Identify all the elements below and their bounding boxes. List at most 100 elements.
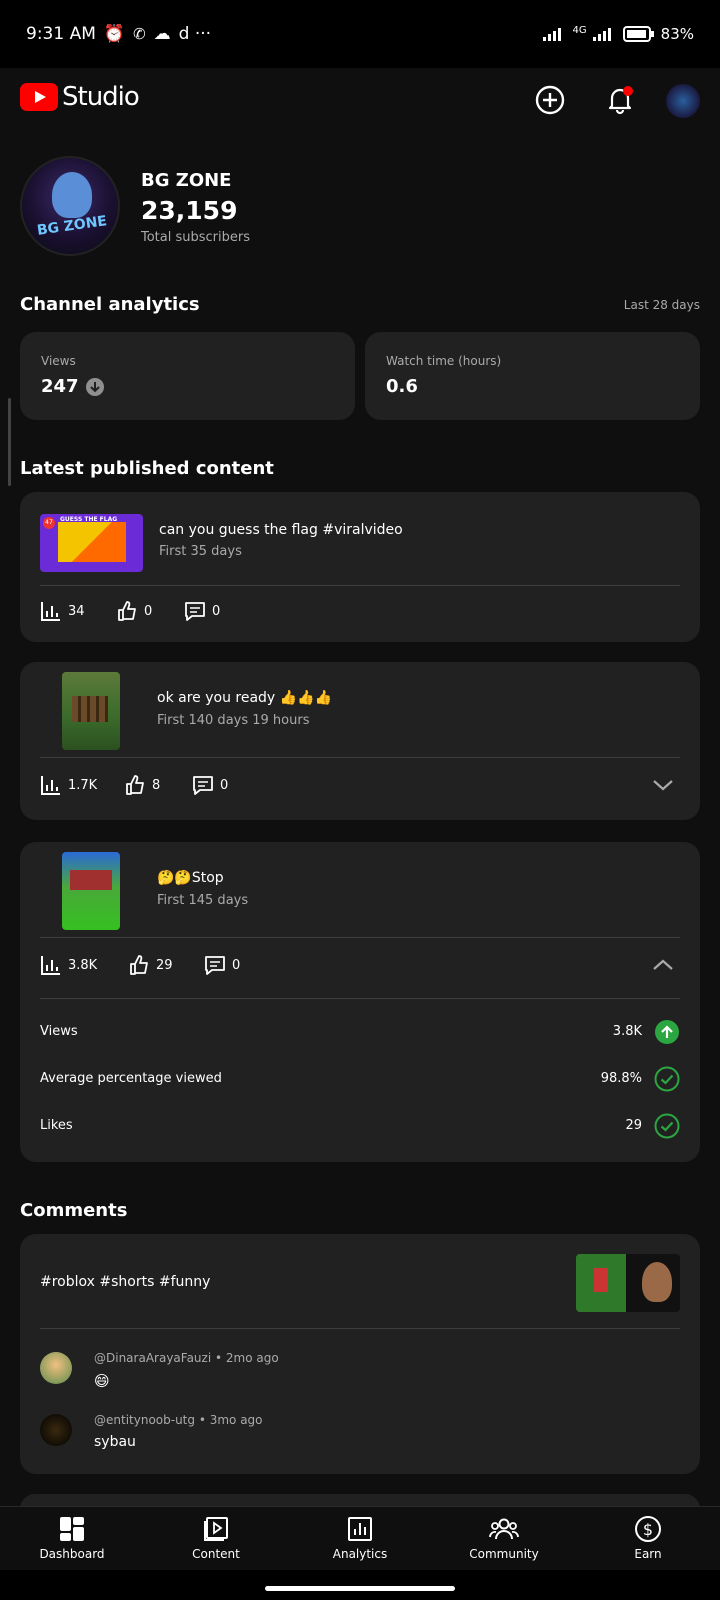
notifications-button[interactable] xyxy=(600,80,640,120)
avatar[interactable] xyxy=(40,1352,72,1384)
metric-row-views[interactable]: Views 3.8K xyxy=(20,1008,700,1055)
comments-count: 0 xyxy=(220,777,229,793)
thumb-image xyxy=(72,696,108,722)
thumb-figure xyxy=(594,1268,608,1292)
avatar-face xyxy=(52,172,92,218)
check-circle-icon xyxy=(654,1066,680,1091)
thumb-text: GUESS THE FLAG xyxy=(60,516,118,523)
subscriber-count: 23,159 xyxy=(141,196,238,225)
metric-row-avg-viewed[interactable]: Average percentage viewed 98.8% xyxy=(20,1055,700,1102)
nav-analytics[interactable]: Analytics xyxy=(300,1515,420,1561)
nav-dashboard[interactable]: Dashboard xyxy=(12,1515,132,1561)
content-card-3[interactable]: 🤔🤔Stop First 145 days 3.8K 29 0 Views 3.… xyxy=(20,842,700,1162)
comments-count: 0 xyxy=(232,957,241,973)
metric-row-likes[interactable]: Likes 29 xyxy=(20,1102,700,1149)
divider xyxy=(40,757,680,758)
home-indicator[interactable] xyxy=(265,1586,455,1591)
comment-video-title: #roblox #shorts #funny xyxy=(40,1274,211,1290)
thumbs-up-icon xyxy=(126,775,144,795)
comment-text: 😄 xyxy=(94,1372,110,1390)
video-subtitle: First 140 days 19 hours xyxy=(157,713,310,728)
metric-label: Views xyxy=(40,1024,78,1039)
app-bar: Studio xyxy=(0,68,720,132)
thumbs-up-icon xyxy=(118,601,136,621)
video-title: ok are you ready 👍👍👍 xyxy=(157,690,332,706)
comment-time: 3mo ago xyxy=(209,1413,263,1427)
views-count: 3.8K xyxy=(68,957,98,973)
metric-value: 3.8K xyxy=(612,1024,642,1039)
metric-value: 29 xyxy=(625,1118,642,1133)
collapse-button[interactable] xyxy=(650,952,676,978)
analytics-title: Channel analytics xyxy=(20,294,200,315)
add-circle-icon xyxy=(535,85,565,115)
scrollbar[interactable] xyxy=(8,398,11,486)
chevron-down-icon xyxy=(653,780,673,791)
likes-count: 29 xyxy=(156,957,173,973)
video-title: can you guess the flag #viralvideo xyxy=(159,522,403,538)
thumbs-up-icon xyxy=(130,955,148,975)
video-subtitle: First 35 days xyxy=(159,544,242,559)
alarm-icon: ⏰ xyxy=(103,24,126,44)
video-thumbnail[interactable] xyxy=(62,852,120,930)
whatsapp-icon: ✆ xyxy=(133,25,146,43)
account-avatar[interactable] xyxy=(666,84,700,118)
divider xyxy=(40,937,680,938)
comment-video-thumbnail[interactable] xyxy=(576,1254,680,1312)
watch-time-label: Watch time (hours) xyxy=(386,354,502,368)
dashboard-icon xyxy=(60,1517,84,1541)
arrow-down-circle-icon xyxy=(85,377,104,396)
nav-earn[interactable]: $ Earn xyxy=(588,1515,708,1561)
watch-time-card[interactable]: Watch time (hours) 0.6 xyxy=(365,332,700,420)
comment-author[interactable]: @DinaraArayaFauzi xyxy=(94,1351,211,1365)
subscriber-label: Total subscribers xyxy=(141,230,251,245)
battery-icon xyxy=(622,26,654,42)
video-thumbnail[interactable] xyxy=(62,672,120,750)
nav-label: Content xyxy=(192,1547,240,1561)
signal-icon-2 xyxy=(592,28,611,41)
nav-label: Analytics xyxy=(332,1547,388,1561)
youtube-logo-icon xyxy=(20,83,58,111)
nav-community[interactable]: Community xyxy=(444,1515,564,1561)
brand-name: Studio xyxy=(62,82,140,112)
status-bar: 9:31 AM ⏰ ✆ ☁ d ··· 4G 83% xyxy=(0,0,720,68)
studio-logo[interactable]: Studio xyxy=(20,82,140,112)
svg-text:$: $ xyxy=(643,1520,653,1539)
latest-content-title: Latest published content xyxy=(20,458,274,479)
bar-chart-icon xyxy=(41,956,60,975)
content-card-1[interactable]: GUESS THE FLAG 47 can you guess the flag… xyxy=(20,492,700,642)
metrics-list: Views 3.8K Average percentage viewed 98.… xyxy=(20,1008,700,1149)
thumb-face xyxy=(642,1262,672,1302)
check-circle-icon xyxy=(654,1113,680,1138)
comment-icon xyxy=(205,956,225,975)
metric-label: Likes xyxy=(40,1118,73,1133)
avatar[interactable] xyxy=(40,1414,72,1446)
arrow-up-circle-icon xyxy=(655,1019,679,1044)
views-value: 247 xyxy=(41,376,79,397)
bell-icon xyxy=(608,86,633,115)
thumb-image xyxy=(70,870,112,890)
content-icon xyxy=(204,1517,228,1541)
comment-icon xyxy=(193,776,213,795)
expand-button[interactable] xyxy=(650,772,676,798)
comment-time: 2mo ago xyxy=(225,1351,279,1365)
dollar-circle-icon: $ xyxy=(635,1516,661,1542)
channel-name: BG ZONE xyxy=(141,170,232,191)
comment-author[interactable]: @entitynoob-utg xyxy=(94,1413,195,1427)
thumb-badge: 47 xyxy=(43,517,55,529)
video-title: 🤔🤔Stop xyxy=(157,870,224,886)
network-type: 4G xyxy=(572,24,587,36)
analytics-period: Last 28 days xyxy=(623,298,700,312)
metric-value: 98.8% xyxy=(600,1071,642,1086)
views-count: 34 xyxy=(68,603,85,619)
video-thumbnail[interactable]: GUESS THE FLAG 47 xyxy=(40,514,143,572)
nav-label: Earn xyxy=(634,1547,662,1561)
nav-content[interactable]: Content xyxy=(156,1515,276,1561)
create-button[interactable] xyxy=(530,80,570,120)
comments-card[interactable]: #roblox #shorts #funny @DinaraArayaFauzi… xyxy=(20,1234,700,1474)
analytics-icon xyxy=(348,1517,372,1541)
content-card-2[interactable]: ok are you ready 👍👍👍 First 140 days 19 h… xyxy=(20,662,700,820)
views-card[interactable]: Views 247 xyxy=(20,332,355,420)
comments-count: 0 xyxy=(212,603,221,619)
comment-meta: @DinaraArayaFauzi • 2mo ago xyxy=(94,1351,279,1365)
likes-count: 8 xyxy=(152,777,161,793)
